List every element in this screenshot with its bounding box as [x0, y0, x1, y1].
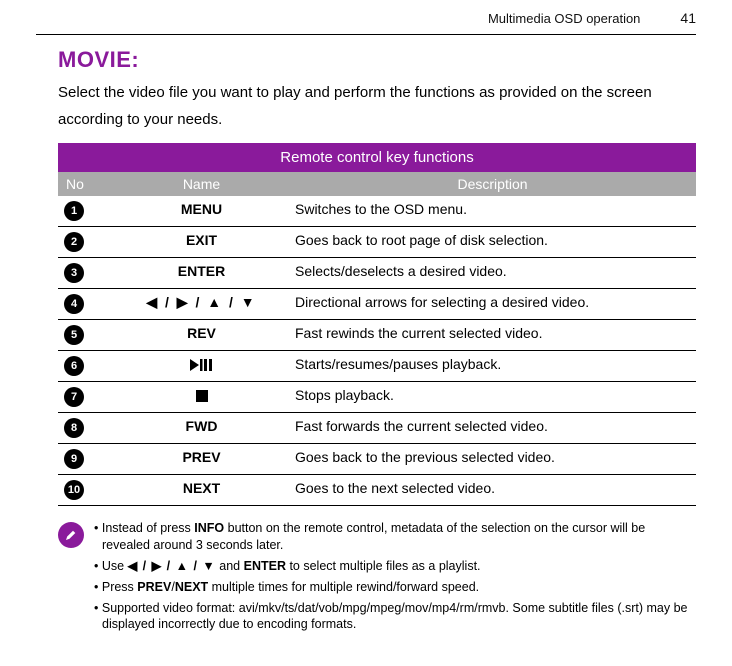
note-item: Use ◀ / ▶ / ▲ / ▼ and ENTER to select mu… — [94, 558, 696, 575]
row-number-badge: 10 — [64, 480, 84, 500]
remote-functions-table: Remote control key functions No Name Des… — [58, 143, 696, 506]
row-desc: Fast forwards the current selected video… — [289, 413, 696, 444]
table-row: 9 PREV Goes back to the previous selecte… — [58, 444, 696, 475]
directional-arrows-icon: ◀ / ▶ / ▲ / ▼ — [128, 559, 216, 573]
table-row: 6 Starts/resumes/pauses playback. — [58, 351, 696, 382]
row-name: PREV — [114, 444, 289, 475]
row-number-badge: 4 — [64, 294, 84, 314]
row-desc: Goes back to the previous selected video… — [289, 444, 696, 475]
table-caption: Remote control key functions — [58, 143, 696, 172]
table-row: 7 Stops playback. — [58, 382, 696, 413]
directional-arrows-icon: ◀ / ▶ / ▲ / ▼ — [114, 289, 289, 320]
col-desc: Description — [289, 172, 696, 196]
row-number-badge: 5 — [64, 325, 84, 345]
note-item: Instead of press INFO button on the remo… — [94, 520, 696, 554]
row-number-badge: 3 — [64, 263, 84, 283]
row-number-badge: 7 — [64, 387, 84, 407]
table-caption-row: Remote control key functions — [58, 143, 696, 172]
row-desc: Fast rewinds the current selected video. — [289, 320, 696, 351]
header-section: Multimedia OSD operation — [488, 11, 640, 26]
table-row: 10 NEXT Goes to the next selected video. — [58, 475, 696, 506]
row-name: ENTER — [114, 258, 289, 289]
row-desc: Switches to the OSD menu. — [289, 196, 696, 227]
row-number-badge: 1 — [64, 201, 84, 221]
table-header-row: No Name Description — [58, 172, 696, 196]
notes-list: Instead of press INFO button on the remo… — [94, 520, 696, 637]
row-number-badge: 9 — [64, 449, 84, 469]
row-number-badge: 8 — [64, 418, 84, 438]
play-pause-icon — [114, 351, 289, 382]
stop-icon — [114, 382, 289, 413]
notes-block: Instead of press INFO button on the remo… — [58, 520, 696, 637]
header-rule — [36, 34, 696, 35]
row-name: MENU — [114, 196, 289, 227]
page-header: Multimedia OSD operation 41 — [0, 0, 732, 34]
table-row: 8 FWD Fast forwards the current selected… — [58, 413, 696, 444]
row-name: REV — [114, 320, 289, 351]
row-name: FWD — [114, 413, 289, 444]
col-no: No — [58, 172, 114, 196]
pencil-icon — [58, 522, 84, 548]
table-row: 5 REV Fast rewinds the current selected … — [58, 320, 696, 351]
row-desc: Goes back to root page of disk selection… — [289, 227, 696, 258]
row-desc: Starts/resumes/pauses playback. — [289, 351, 696, 382]
table-row: 4 ◀ / ▶ / ▲ / ▼ Directional arrows for s… — [58, 289, 696, 320]
row-desc: Goes to the next selected video. — [289, 475, 696, 506]
table-row: 3 ENTER Selects/deselects a desired vide… — [58, 258, 696, 289]
row-desc: Directional arrows for selecting a desir… — [289, 289, 696, 320]
row-number-badge: 6 — [64, 356, 84, 376]
table-row: 2 EXIT Goes back to root page of disk se… — [58, 227, 696, 258]
col-name: Name — [114, 172, 289, 196]
table-row: 1 MENU Switches to the OSD menu. — [58, 196, 696, 227]
row-desc: Selects/deselects a desired video. — [289, 258, 696, 289]
header-page-number: 41 — [680, 10, 696, 26]
row-name: NEXT — [114, 475, 289, 506]
section-title: MOVIE: — [58, 47, 696, 73]
intro-text: Select the video file you want to play a… — [58, 79, 696, 133]
note-item: Supported video format: avi/mkv/ts/dat/v… — [94, 600, 696, 634]
page-content: MOVIE: Select the video file you want to… — [0, 47, 732, 637]
row-desc: Stops playback. — [289, 382, 696, 413]
row-number-badge: 2 — [64, 232, 84, 252]
note-item: Press PREV/NEXT multiple times for multi… — [94, 579, 696, 596]
row-name: EXIT — [114, 227, 289, 258]
